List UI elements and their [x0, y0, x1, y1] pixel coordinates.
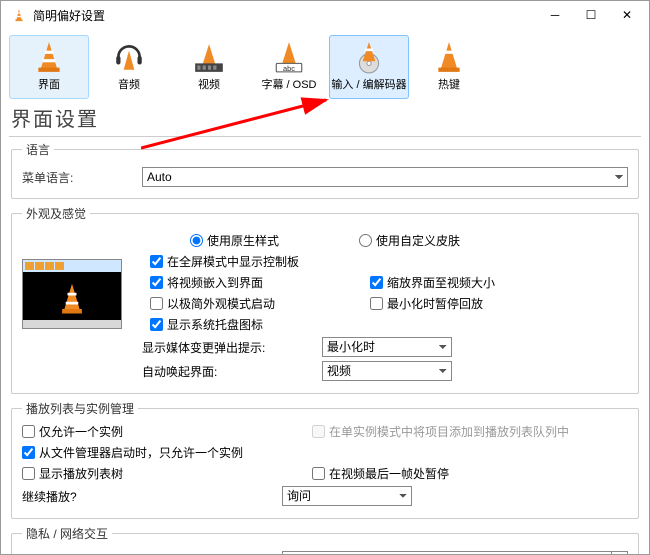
tab-interface[interactable]: 界面 [9, 35, 89, 99]
tab-label: 输入 / 编解码器 [331, 76, 406, 92]
chk-fullscreen-controller[interactable]: 在全屏模式中显示控制板 [150, 253, 330, 270]
group-look-and-feel: 外观及感觉 使用原生样式 使用自定义皮肤 在全屏模式中显示控制板 [11, 205, 639, 394]
disc-cone-icon [351, 40, 387, 74]
continue-playback-label: 继续播放? [22, 488, 282, 505]
spin-up-button[interactable]: ▲ [612, 552, 627, 554]
tab-input-codecs[interactable]: 输入 / 编解码器 [329, 35, 409, 99]
chk-pause-last-frame[interactable]: 在视频最后一帧处暂停 [312, 465, 572, 482]
divider [9, 136, 641, 137]
film-cone-icon [191, 40, 227, 74]
hotkey-cone-icon [431, 40, 467, 74]
chk-update-notifier[interactable]: 激活更新通知器 [22, 553, 272, 555]
group-legend: 隐私 / 网络交互 [22, 525, 112, 542]
tab-subtitles[interactable]: abc 字幕 / OSD [249, 35, 329, 99]
chk-embed-video[interactable]: 将视频嵌入到界面 [150, 274, 330, 291]
chk-enqueue-in-single: 在单实例模式中将项目添加到播放列表队列中 [312, 423, 572, 440]
chk-one-instance[interactable]: 仅允许一个实例 [22, 423, 282, 440]
update-interval-spin[interactable] [282, 551, 612, 554]
preview-thumbnail [22, 259, 122, 329]
group-playlist-instances: 播放列表与实例管理 仅允许一个实例 在单实例模式中将项目添加到播放列表队列中 从… [11, 400, 639, 519]
tab-label: 音频 [118, 76, 140, 92]
vlc-cone-icon [11, 7, 27, 23]
auto-raise-combo[interactable]: 视频 [322, 361, 452, 381]
tab-label: 字幕 / OSD [261, 76, 316, 92]
auto-raise-label: 自动唤起界面: [142, 363, 322, 380]
tab-audio[interactable]: 音频 [89, 35, 169, 99]
close-button[interactable]: ✕ [609, 3, 645, 27]
minimize-button[interactable]: ─ [537, 3, 573, 27]
headphones-cone-icon [111, 40, 147, 74]
tab-label: 视频 [198, 76, 220, 92]
menu-language-label: 菜单语言: [22, 169, 142, 186]
radio-native-style[interactable]: 使用原生样式 [190, 232, 279, 249]
chk-tray-icon[interactable]: 显示系统托盘图标 [150, 316, 330, 333]
group-legend: 播放列表与实例管理 [22, 400, 138, 417]
chk-one-instance-from-file-mgr[interactable]: 从文件管理器启动时，只允许一个实例 [22, 444, 282, 461]
chk-pause-on-minimize[interactable]: 最小化时暂停回放 [370, 295, 570, 312]
chk-resize-to-video[interactable]: 缩放界面至视频大小 [370, 274, 570, 291]
group-legend: 外观及感觉 [22, 205, 90, 222]
chk-minimal-start[interactable]: 以极简外观模式启动 [150, 295, 330, 312]
page-title: 界面设置 [1, 99, 649, 134]
media-change-popup-label: 显示媒体变更弹出提示: [142, 339, 322, 356]
group-privacy-network: 隐私 / 网络交互 激活更新通知器 ▲ ▼ 保存最近播放的项目 筛选: 允许访问… [11, 525, 639, 554]
tab-label: 热键 [438, 76, 460, 92]
maximize-button[interactable]: ☐ [573, 3, 609, 27]
subtitle-cone-icon: abc [271, 40, 307, 74]
group-legend: 语言 [22, 141, 54, 158]
svg-text:abc: abc [283, 64, 295, 73]
tab-label: 界面 [38, 76, 60, 92]
group-language: 语言 菜单语言: Auto [11, 141, 639, 199]
media-change-popup-combo[interactable]: 最小化时 [322, 337, 452, 357]
tab-video[interactable]: 视频 [169, 35, 249, 99]
chk-show-playlist-tree[interactable]: 显示播放列表树 [22, 465, 282, 482]
cone-icon [31, 40, 67, 74]
tab-hotkeys[interactable]: 热键 [409, 35, 489, 99]
window-title: 简明偏好设置 [33, 7, 537, 24]
continue-playback-combo[interactable]: 询问 [282, 486, 412, 506]
menu-language-combo[interactable]: Auto [142, 167, 628, 187]
radio-custom-skin[interactable]: 使用自定义皮肤 [359, 232, 460, 249]
